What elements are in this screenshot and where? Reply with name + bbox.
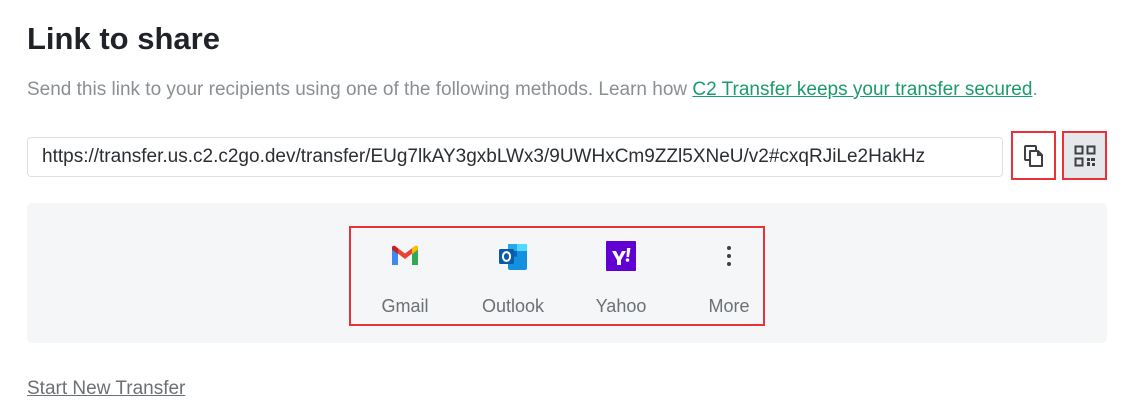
copy-icon	[1023, 144, 1045, 168]
qr-code-button[interactable]	[1062, 131, 1107, 180]
share-item-label: More	[708, 296, 750, 316]
security-learn-more-link[interactable]: C2 Transfer keeps your transfer secured	[692, 79, 1032, 100]
share-item-label: Yahoo	[595, 296, 647, 316]
page-title: Link to share	[27, 21, 220, 56]
share-item-label: Gmail	[381, 296, 429, 316]
qr-code-icon	[1074, 145, 1096, 167]
more-vertical-icon	[713, 240, 745, 272]
yahoo-icon	[605, 240, 637, 272]
share-outlook-button[interactable]: Outlook	[468, 240, 558, 320]
share-link-page: Link to share Send this link to your rec…	[0, 0, 1122, 401]
share-link-field[interactable]	[27, 137, 1003, 177]
share-gmail-button[interactable]: Gmail	[360, 240, 450, 320]
copy-link-button[interactable]	[1011, 131, 1056, 180]
share-more-button[interactable]: More	[684, 240, 774, 320]
page-description: Send this link to your recipients using …	[27, 78, 1038, 102]
description-period: .	[1032, 79, 1038, 100]
start-new-transfer-link[interactable]: Start New Transfer	[27, 377, 185, 401]
share-item-label: Outlook	[481, 296, 545, 316]
gmail-icon	[389, 240, 421, 272]
share-yahoo-button[interactable]: Yahoo	[576, 240, 666, 320]
description-text: Send this link to your recipients using …	[27, 79, 693, 100]
outlook-icon	[497, 240, 529, 272]
